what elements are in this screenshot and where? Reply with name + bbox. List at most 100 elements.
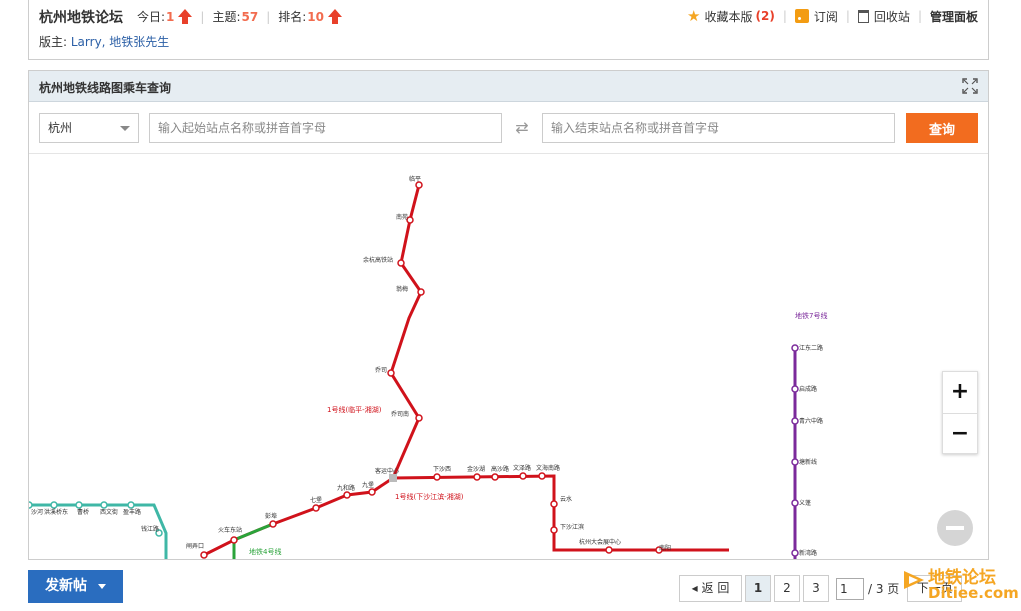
station-label[interactable]: 洪溪桥东 (44, 508, 68, 516)
station-marker[interactable] (387, 369, 395, 377)
expand-icon[interactable] (962, 78, 978, 94)
station-label[interactable]: 曹桥 (77, 508, 89, 516)
divider: | (917, 9, 922, 23)
station-marker[interactable] (312, 504, 320, 512)
station-marker[interactable] (368, 488, 376, 496)
station-label[interactable]: 九堡 (362, 481, 374, 489)
station-label[interactable]: 青六中路 (799, 417, 823, 425)
station-label[interactable]: 火车东站 (218, 526, 242, 534)
end-station-input[interactable]: 输入结束站点名称或拼音首字母 (542, 113, 895, 143)
station-marker[interactable] (127, 501, 135, 509)
station-label[interactable]: 高沙路 (491, 465, 509, 473)
station-label[interactable]: 沙河 (31, 508, 43, 516)
station-label[interactable]: 塘新线 (799, 458, 817, 466)
new-post-label: 发新帖 (45, 578, 88, 594)
station-marker[interactable] (100, 501, 108, 509)
station-label[interactable]: 彭埠 (265, 512, 277, 520)
query-button[interactable]: 查询 (906, 113, 978, 143)
station-marker[interactable] (29, 501, 33, 509)
station-marker[interactable] (791, 549, 799, 557)
station-marker[interactable] (550, 526, 558, 534)
station-marker[interactable] (491, 473, 499, 481)
station-marker[interactable] (433, 473, 441, 481)
metro-panel: 杭州地铁线路图乘车查询 杭州 输入起始站点名称或拼音首字母 ⇄ 输入结束站点名称… (28, 70, 989, 560)
station-label[interactable]: 客运中心 (375, 467, 399, 475)
station-marker[interactable] (791, 385, 799, 393)
station-marker[interactable] (791, 344, 799, 352)
station-marker[interactable] (200, 551, 208, 559)
station-marker[interactable] (343, 491, 351, 499)
new-post-button[interactable]: 发新帖 (28, 570, 123, 603)
station-label[interactable]: 南苑 (396, 213, 408, 221)
page-jump-input[interactable]: 1 (836, 577, 864, 600)
station-label[interactable]: 金沙湖 (467, 465, 485, 473)
back-button[interactable]: ◂ 返 回 (679, 575, 742, 602)
forum-actions: ★ 收藏本版 (2) | 订阅 | 回收站 | 管理面板 (687, 7, 978, 25)
station-marker[interactable] (417, 288, 425, 296)
station-marker[interactable] (50, 501, 58, 509)
station-label[interactable]: 西文街 (100, 508, 118, 516)
station-marker[interactable] (791, 417, 799, 425)
recycle-label: 回收站 (873, 9, 910, 24)
favorite-count: (2) (755, 9, 775, 23)
metro-map[interactable]: 临平南苑余杭高铁站翁梅乔司乔司南客运中心 下沙西 金沙湖 高沙路 文泽路 文海南路云水下沙… (29, 155, 988, 559)
station-label[interactable]: 临平 (409, 175, 421, 183)
manage-panel-button[interactable]: 管理面板 (930, 8, 978, 25)
page-1[interactable]: 1 (745, 575, 771, 602)
station-label[interactable]: 文海南路 (536, 464, 560, 472)
page-2[interactable]: 2 (774, 575, 800, 602)
station-label[interactable]: 义蓬 (799, 499, 811, 507)
station-marker[interactable] (538, 472, 546, 480)
moderator-links[interactable]: Larry, 地铁张先生 (71, 35, 169, 49)
swap-icon[interactable]: ⇄ (512, 118, 532, 138)
rank-value: 10 (307, 9, 324, 24)
station-label[interactable]: 闸弄口 (186, 542, 204, 550)
station-label[interactable]: 乔司南 (391, 410, 409, 418)
station-label[interactable]: 盈丰路 (123, 508, 141, 516)
favorite-button[interactable]: ★ 收藏本版 (2) (687, 7, 775, 25)
station-label[interactable]: 杭州大会展中心 (579, 538, 621, 546)
station-marker[interactable] (605, 546, 613, 554)
transfer-station-marker[interactable] (389, 474, 397, 482)
station-marker[interactable] (75, 501, 83, 509)
subscribe-button[interactable]: 订阅 (794, 8, 838, 25)
line1-west-track (203, 476, 394, 557)
station-marker[interactable] (397, 259, 405, 267)
station-marker[interactable] (473, 473, 481, 481)
station-label[interactable]: 江东二路 (799, 344, 823, 352)
city-value: 杭州 (48, 121, 73, 135)
moderator-label: 版主: (39, 35, 68, 49)
metro-map-canvas: 临平南苑余杭高铁站翁梅乔司乔司南客运中心 下沙西 金沙湖 高沙路 文泽路 文海南路云水下沙… (29, 175, 827, 559)
station-label[interactable]: 南阳 (659, 544, 671, 552)
chevron-down-icon (97, 583, 106, 589)
recycle-bin-button[interactable]: 回收站 (857, 8, 910, 25)
start-station-input[interactable]: 输入起始站点名称或拼音首字母 (149, 113, 502, 143)
station-marker[interactable] (415, 414, 423, 422)
station-marker[interactable] (519, 472, 527, 480)
zoom-in-button[interactable]: + (943, 372, 977, 413)
station-label[interactable]: 九和路 (337, 484, 355, 492)
station-label[interactable]: 文泽路 (513, 464, 531, 472)
station-marker[interactable] (230, 536, 238, 544)
station-label[interactable]: 钱江路 (141, 525, 159, 533)
city-select[interactable]: 杭州 (39, 113, 139, 143)
query-bar: 杭州 输入起始站点名称或拼音首字母 ⇄ 输入结束站点名称或拼音首字母 查询 (29, 102, 988, 154)
line1-north-track (389, 184, 423, 479)
minus-circle-icon[interactable] (937, 510, 973, 546)
station-marker[interactable] (791, 458, 799, 466)
station-label[interactable]: 下沙江滨 (560, 523, 584, 531)
station-label[interactable]: 翁梅 (396, 285, 408, 293)
station-label[interactable]: 下沙西 (433, 466, 451, 473)
station-label[interactable]: 乔司 (375, 367, 387, 374)
station-label[interactable]: 余杭高铁站 (363, 256, 393, 264)
zoom-out-button[interactable]: − (943, 413, 977, 454)
divider: | (200, 9, 205, 24)
station-marker[interactable] (550, 500, 558, 508)
station-label[interactable]: 云水 (560, 495, 572, 503)
station-label[interactable]: 新湾路 (799, 549, 817, 557)
station-marker[interactable] (791, 499, 799, 507)
page-3[interactable]: 3 (803, 575, 829, 602)
station-label[interactable]: 七堡 (310, 496, 322, 504)
station-marker[interactable] (269, 520, 277, 528)
station-label[interactable]: 启成路 (799, 385, 817, 393)
